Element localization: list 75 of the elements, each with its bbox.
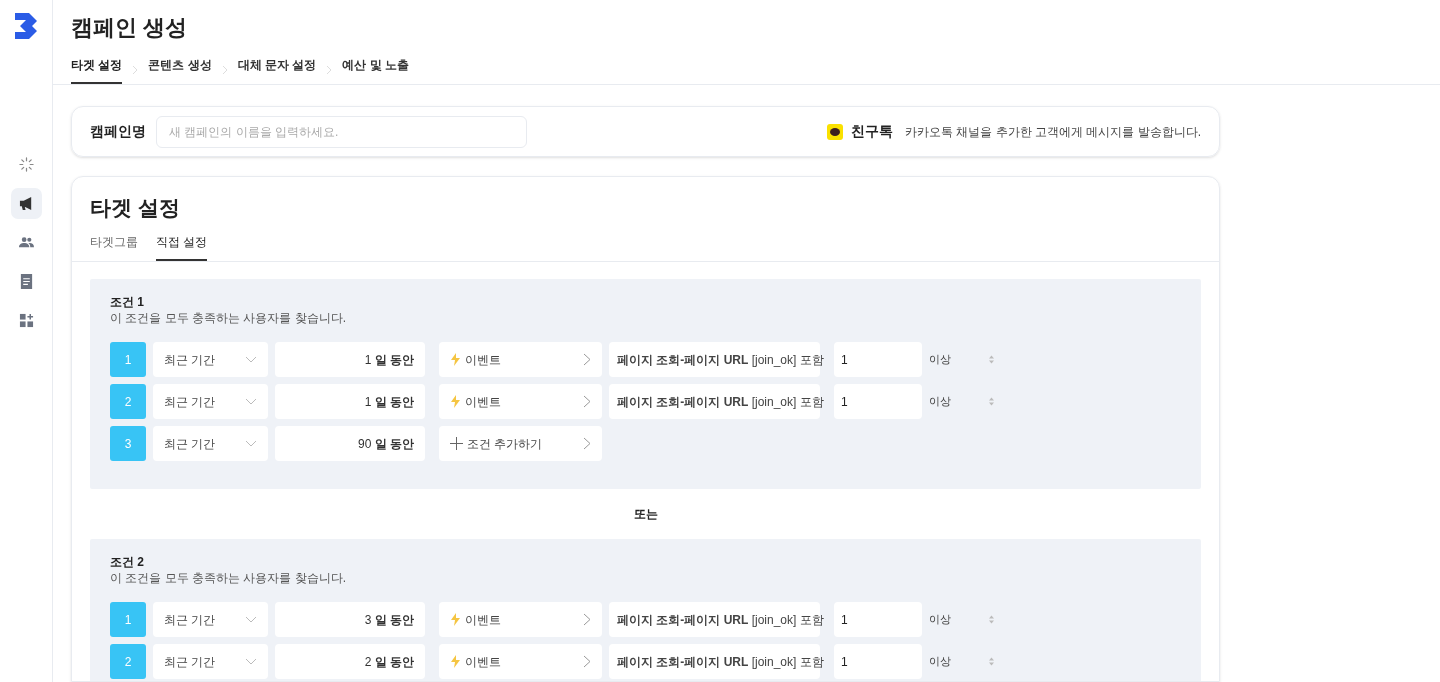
- chevron-icon: [132, 65, 139, 75]
- row-number: 1: [110, 602, 146, 637]
- chevron-down-icon: [245, 440, 257, 447]
- comparison-label: 이상: [929, 612, 951, 628]
- chevron-right-icon: [583, 613, 591, 626]
- count-input[interactable]: 1: [834, 384, 922, 419]
- channel-name: 친구톡: [851, 122, 893, 141]
- chevron-down-icon: [245, 658, 257, 665]
- target-tab[interactable]: 직접 설정: [156, 233, 208, 261]
- condition-title: 조건 2: [110, 554, 145, 570]
- megaphone-icon: [18, 196, 34, 211]
- count-input[interactable]: 1: [834, 602, 922, 637]
- chevron-icon: [221, 65, 228, 75]
- page-title: 캠페인 생성: [71, 14, 189, 42]
- row-number: 3: [110, 426, 146, 461]
- widgets-icon: [18, 313, 34, 328]
- period-dropdown[interactable]: 최근 기간: [153, 342, 268, 377]
- sort-arrows-icon: [989, 355, 994, 364]
- chevron-down-icon: [245, 398, 257, 405]
- chevron-right-icon: [583, 395, 591, 408]
- lightning-icon: [450, 353, 461, 366]
- event-button[interactable]: 이벤트: [439, 644, 602, 679]
- comparison-label: 이상: [929, 654, 951, 670]
- step-tab[interactable]: 콘텐츠 생성: [148, 56, 212, 84]
- period-dropdown[interactable]: 최근 기간: [153, 644, 268, 679]
- period-dropdown[interactable]: 최근 기간: [153, 602, 268, 637]
- document-icon: [18, 274, 34, 289]
- chevron-right-icon: [583, 655, 591, 668]
- step-tab[interactable]: 대체 문자 설정: [237, 56, 317, 84]
- step-tab[interactable]: 예산 및 노출: [342, 56, 410, 84]
- chevron-down-icon: [245, 616, 257, 623]
- count-input[interactable]: 1: [834, 342, 922, 377]
- days-field[interactable]: 3 일 동안: [275, 602, 425, 637]
- condition-title: 조건 1: [110, 294, 145, 310]
- channel-description: 카카오톡 채널을 추가한 고객에게 메시지를 발송합니다.: [905, 123, 1201, 141]
- campaign-name-input[interactable]: 새 캠페인의 이름을 입력하세요.: [156, 115, 527, 148]
- chat-bubble-icon: [827, 123, 843, 140]
- plus-icon: [450, 437, 463, 450]
- lightning-icon: [450, 613, 461, 626]
- campaign-name-label: 캠페인명: [90, 122, 146, 141]
- section-title: 타겟 설정: [89, 195, 181, 221]
- event-button[interactable]: 이벤트: [439, 342, 602, 377]
- event-button[interactable]: 이벤트: [439, 602, 602, 637]
- sort-arrows-icon: [989, 657, 994, 666]
- event-button[interactable]: 이벤트: [439, 384, 602, 419]
- days-field[interactable]: 90 일 동안: [275, 426, 425, 461]
- step-tab[interactable]: 타겟 설정: [71, 56, 123, 84]
- period-dropdown[interactable]: 최근 기간: [153, 384, 268, 419]
- separator-label: 또는: [632, 506, 659, 523]
- days-field[interactable]: 1 일 동안: [275, 342, 425, 377]
- row-number: 2: [110, 644, 146, 679]
- period-dropdown[interactable]: 최근 기간: [153, 426, 268, 461]
- people-icon: [18, 235, 34, 250]
- sidebar-item[interactable]: [10, 188, 42, 219]
- comparison-label: 이상: [929, 394, 951, 410]
- loading-icon: [18, 157, 34, 172]
- lightning-icon: [450, 395, 461, 408]
- target-tab[interactable]: 타겟그룹: [90, 233, 138, 261]
- chevron-right-icon: [583, 353, 591, 366]
- chevron-down-icon: [245, 356, 257, 363]
- comparison-label: 이상: [929, 352, 951, 368]
- days-field[interactable]: 1 일 동안: [275, 384, 425, 419]
- sort-arrows-icon: [989, 397, 994, 406]
- count-input[interactable]: 1: [834, 644, 922, 679]
- chevron-right-icon: [583, 437, 591, 450]
- sort-arrows-icon: [989, 615, 994, 624]
- lightning-icon: [450, 655, 461, 668]
- chevron-icon: [326, 65, 333, 75]
- days-field[interactable]: 2 일 동안: [275, 644, 425, 679]
- row-number: 2: [110, 384, 146, 419]
- row-number: 1: [110, 342, 146, 377]
- condition-description: 이 조건을 모두 충족하는 사용자를 찾습니다.: [110, 310, 347, 326]
- condition-description: 이 조건을 모두 충족하는 사용자를 찾습니다.: [110, 570, 347, 586]
- logo-icon: [15, 13, 37, 39]
- add-condition-button[interactable]: 조건 추가하기: [439, 426, 602, 461]
